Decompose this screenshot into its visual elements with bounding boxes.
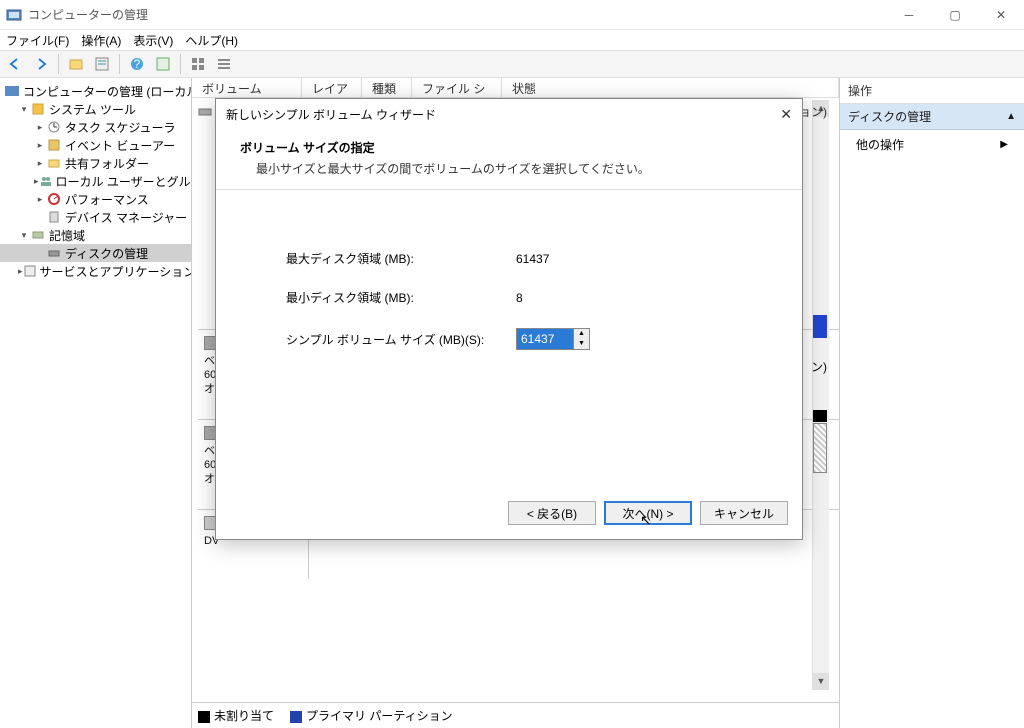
next-button[interactable]: 次へ(N) > <box>604 501 692 525</box>
detail-view-button[interactable] <box>213 53 235 75</box>
tree-device-manager[interactable]: デバイス マネージャー <box>0 208 191 226</box>
menu-bar: ファイル(F) 操作(A) 表示(V) ヘルプ(H) <box>0 30 1024 50</box>
menu-action[interactable]: 操作(A) <box>81 32 121 49</box>
menu-help[interactable]: ヘルプ(H) <box>185 32 238 49</box>
dialog-subheading: 最小サイズと最大サイズの間でボリュームのサイズを選択してください。 <box>256 160 778 177</box>
actions-header: 操作 <box>840 78 1024 104</box>
vertical-scrollbar[interactable]: ▲ ▼ <box>812 100 829 690</box>
col-type[interactable]: 種類 <box>362 78 412 97</box>
min-disk-value: 8 <box>516 291 523 305</box>
legend-unallocated-swatch <box>198 711 210 723</box>
list-view-button[interactable] <box>187 53 209 75</box>
tree-storage[interactable]: ▾記憶域 <box>0 226 191 244</box>
maximize-button[interactable]: ▢ <box>932 0 978 30</box>
actions-other[interactable]: 他の操作▶ <box>840 130 1024 159</box>
help-button[interactable]: ? <box>126 53 148 75</box>
partition-stripe-1 <box>813 315 827 338</box>
up-button[interactable] <box>65 53 87 75</box>
actions-pane: 操作 ディスクの管理▲ 他の操作▶ <box>840 78 1024 728</box>
volume-size-spinbox[interactable]: ▲ ▼ <box>516 328 590 350</box>
tree-task-scheduler[interactable]: ▸タスク スケジューラ <box>0 118 191 136</box>
window-title: コンピューターの管理 <box>28 6 148 23</box>
tree-system-tools[interactable]: ▾システム ツール <box>0 100 191 118</box>
menu-view[interactable]: 表示(V) <box>133 32 173 49</box>
spin-up-icon[interactable]: ▲ <box>574 329 589 339</box>
dialog-heading: ボリューム サイズの指定 <box>240 139 778 156</box>
max-disk-label: 最大ディスク領域 (MB): <box>286 250 516 267</box>
legend-primary-swatch <box>290 711 302 723</box>
dialog-title: 新しいシンプル ボリューム ウィザード <box>226 106 436 123</box>
spin-down-icon[interactable]: ▼ <box>574 339 589 349</box>
legend: 未割り当て プライマリ パーティション <box>192 702 839 728</box>
properties-button[interactable] <box>91 53 113 75</box>
partial-text-2: ン) <box>811 358 827 375</box>
volume-size-input[interactable] <box>517 329 573 349</box>
tree-performance[interactable]: ▸パフォーマンス <box>0 190 191 208</box>
col-volume[interactable]: ボリューム <box>192 78 302 97</box>
app-icon <box>6 7 22 23</box>
close-button[interactable]: ✕ <box>978 0 1024 30</box>
menu-file[interactable]: ファイル(F) <box>6 32 69 49</box>
col-status[interactable]: 状態 <box>502 78 839 97</box>
dialog-titlebar: 新しいシンプル ボリューム ウィザード ✕ <box>216 99 802 129</box>
back-button[interactable] <box>4 53 26 75</box>
forward-button[interactable] <box>30 53 52 75</box>
back-button-dialog[interactable]: < 戻る(B) <box>508 501 596 525</box>
actions-disk-mgmt[interactable]: ディスクの管理▲ <box>840 104 1024 130</box>
dialog-close-button[interactable]: ✕ <box>780 106 792 123</box>
scroll-down-icon[interactable]: ▼ <box>813 673 829 690</box>
col-layout[interactable]: レイアウト <box>302 78 362 97</box>
tree-disk-management[interactable]: ディスクの管理 <box>0 244 191 262</box>
title-bar: コンピューターの管理 ─ ▢ ✕ <box>0 0 1024 30</box>
svg-text:?: ? <box>134 57 141 71</box>
min-disk-label: 最小ディスク領域 (MB): <box>286 289 516 306</box>
tree-local-users[interactable]: ▸ローカル ユーザーとグループ <box>0 172 191 190</box>
partition-stripe-2 <box>813 410 827 422</box>
volume-size-label: シンプル ボリューム サイズ (MB)(S): <box>286 331 516 348</box>
nav-tree: コンピューターの管理 (ローカル) ▾システム ツール ▸タスク スケジューラ … <box>0 78 192 728</box>
partition-stripe-3 <box>813 423 827 473</box>
tree-event-viewer[interactable]: ▸イベント ビューアー <box>0 136 191 154</box>
tree-services[interactable]: ▸サービスとアプリケーション <box>0 262 191 280</box>
cancel-button[interactable]: キャンセル <box>700 501 788 525</box>
max-disk-value: 61437 <box>516 252 549 266</box>
minimize-button[interactable]: ─ <box>886 0 932 30</box>
tree-shared-folders[interactable]: ▸共有フォルダー <box>0 154 191 172</box>
col-filesystem[interactable]: ファイル システム <box>412 78 502 97</box>
dialog-header: ボリューム サイズの指定 最小サイズと最大サイズの間でボリュームのサイズを選択し… <box>216 129 802 190</box>
refresh-button[interactable] <box>152 53 174 75</box>
tree-root[interactable]: コンピューターの管理 (ローカル) <box>0 82 191 100</box>
column-headers: ボリューム レイアウト 種類 ファイル システム 状態 <box>192 78 839 98</box>
toolbar: ? <box>0 50 1024 78</box>
wizard-dialog: 新しいシンプル ボリューム ウィザード ✕ ボリューム サイズの指定 最小サイズ… <box>215 98 803 540</box>
